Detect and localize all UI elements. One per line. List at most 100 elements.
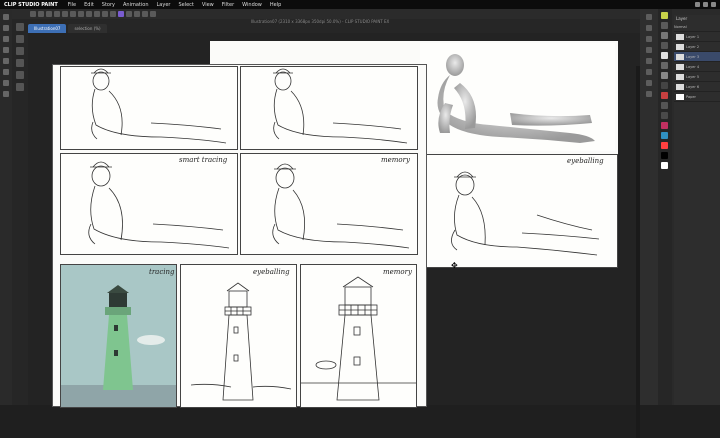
menu-file[interactable]: File xyxy=(64,2,80,8)
layer-thumbnail xyxy=(676,93,684,100)
app-name[interactable]: CLIP STUDIO PAINT xyxy=(0,2,64,8)
color-set-icon[interactable] xyxy=(646,58,652,64)
select-icon[interactable] xyxy=(3,47,9,53)
move-icon[interactable] xyxy=(3,36,9,42)
color-swatch[interactable] xyxy=(661,122,668,129)
layer-name: Layer 4 xyxy=(686,64,700,69)
layer-item-paper[interactable]: Paper xyxy=(674,92,720,102)
window-title: Illustration07 (2310 x 3368px 350dpi 50.… xyxy=(250,19,390,24)
color-swatch[interactable] xyxy=(661,62,668,69)
menu-help[interactable]: Help xyxy=(266,2,285,8)
tool-option-icon[interactable] xyxy=(16,83,24,91)
layer-name: Layer 2 xyxy=(686,44,700,49)
save-icon[interactable] xyxy=(46,11,52,17)
pen-icon[interactable] xyxy=(3,69,9,75)
figure-panel-1 xyxy=(60,66,238,150)
menu-story[interactable]: Story xyxy=(98,2,119,8)
layer-item[interactable]: Layer 2 xyxy=(674,42,720,52)
canvas-area[interactable]: eyeballing smart tracing memory tracing … xyxy=(28,33,640,438)
navigator-icon[interactable] xyxy=(646,14,652,20)
layer-panel: Layer Normal Layer 1 Layer 2 Layer 3 Lay… xyxy=(674,15,720,405)
open-icon[interactable] xyxy=(38,11,44,17)
menu-animation[interactable]: Animation xyxy=(119,2,153,8)
grid-icon[interactable] xyxy=(126,11,132,17)
color-swatch[interactable] xyxy=(661,12,668,19)
menu-layer[interactable]: Layer xyxy=(153,2,175,8)
eyeballing-label: eyeballing xyxy=(567,157,604,165)
color-swatch[interactable] xyxy=(661,112,668,119)
tool-option-icon[interactable] xyxy=(16,35,24,43)
menu-filter[interactable]: Filter xyxy=(218,2,238,8)
new-icon[interactable] xyxy=(30,11,36,17)
redo-icon[interactable] xyxy=(62,11,68,17)
color-swatch[interactable] xyxy=(661,22,668,29)
menu-window[interactable]: Window xyxy=(238,2,266,8)
color-swatch[interactable] xyxy=(661,92,668,99)
zoom-tool-icon[interactable] xyxy=(3,25,9,31)
wifi-icon xyxy=(695,2,700,7)
layer-name: Layer 6 xyxy=(686,84,700,89)
eyeballing-label-bottom: eyeballing xyxy=(253,268,290,276)
layer-item[interactable]: Layer 4 xyxy=(674,62,720,72)
material-icon[interactable] xyxy=(646,80,652,86)
layer-item[interactable]: Layer 6 xyxy=(674,82,720,92)
invert-icon[interactable] xyxy=(94,11,100,17)
tool-option-icon[interactable] xyxy=(16,23,24,31)
rotate-icon[interactable] xyxy=(142,11,148,17)
layer-thumbnail xyxy=(676,73,684,80)
transform-icon[interactable] xyxy=(78,11,84,17)
menu-select[interactable]: Select xyxy=(174,2,197,8)
undo-icon[interactable] xyxy=(54,11,60,17)
layer-item[interactable]: Layer 5 xyxy=(674,72,720,82)
snap-icon[interactable] xyxy=(102,11,108,17)
color-swatch[interactable] xyxy=(661,102,668,109)
right-panels: Layer Normal Layer 1 Layer 2 Layer 3 Lay… xyxy=(640,9,720,405)
panel-icon-strip xyxy=(640,9,658,405)
clear-icon[interactable] xyxy=(70,11,76,17)
layer-item-selected[interactable]: Layer 3 xyxy=(674,52,720,62)
tab-illustration07[interactable]: Illustration07 xyxy=(28,24,67,33)
color-swatch[interactable] xyxy=(661,42,668,49)
3d-model-reference xyxy=(420,43,615,151)
system-tray xyxy=(695,2,720,7)
ruler-icon[interactable] xyxy=(110,11,116,17)
blend-mode-select[interactable]: Normal xyxy=(674,22,720,32)
tool-option-icon[interactable] xyxy=(16,71,24,79)
zoom-icon[interactable] xyxy=(134,11,140,17)
history-icon[interactable] xyxy=(646,69,652,75)
color-swatch[interactable] xyxy=(661,132,668,139)
tab-selection[interactable]: selection (%) xyxy=(68,24,107,33)
layer-property-icon[interactable] xyxy=(646,91,652,97)
menu-view[interactable]: View xyxy=(198,2,218,8)
color-swatch[interactable] xyxy=(661,32,668,39)
memory-label-top: memory xyxy=(381,156,410,164)
menu-edit[interactable]: Edit xyxy=(80,2,98,8)
brush-icon[interactable] xyxy=(3,80,9,86)
flip-icon[interactable] xyxy=(150,11,156,17)
hand-icon[interactable] xyxy=(3,14,9,20)
layer-thumbnail xyxy=(676,33,684,40)
smart-tracing-panel: smart tracing xyxy=(60,153,238,255)
info-icon[interactable] xyxy=(646,36,652,42)
layer-name: Layer 3 xyxy=(686,54,700,59)
active-color-icon[interactable] xyxy=(118,11,124,17)
sub-view-icon[interactable] xyxy=(646,25,652,31)
layer-thumbnail xyxy=(676,63,684,70)
mannequin-figure xyxy=(437,54,595,143)
tool-option-icon[interactable] xyxy=(16,47,24,55)
eraser-icon[interactable] xyxy=(3,91,9,97)
layer-item[interactable]: Layer 1 xyxy=(674,32,720,42)
color-wheel-icon[interactable] xyxy=(646,47,652,53)
tool-option-icon[interactable] xyxy=(16,59,24,67)
color-swatch[interactable] xyxy=(661,142,668,149)
deselect-icon[interactable] xyxy=(86,11,92,17)
sub-color-swatch[interactable] xyxy=(661,162,668,169)
color-swatch[interactable] xyxy=(661,72,668,79)
layer-panel-title: Layer xyxy=(676,16,688,21)
comparison-canvas[interactable]: smart tracing memory tracing eyeballing … xyxy=(52,64,427,408)
color-swatch[interactable] xyxy=(661,82,668,89)
eyedropper-icon[interactable] xyxy=(3,58,9,64)
tool-property-panel xyxy=(12,19,28,405)
main-color-swatch[interactable] xyxy=(661,152,668,159)
color-swatch[interactable] xyxy=(661,52,668,59)
